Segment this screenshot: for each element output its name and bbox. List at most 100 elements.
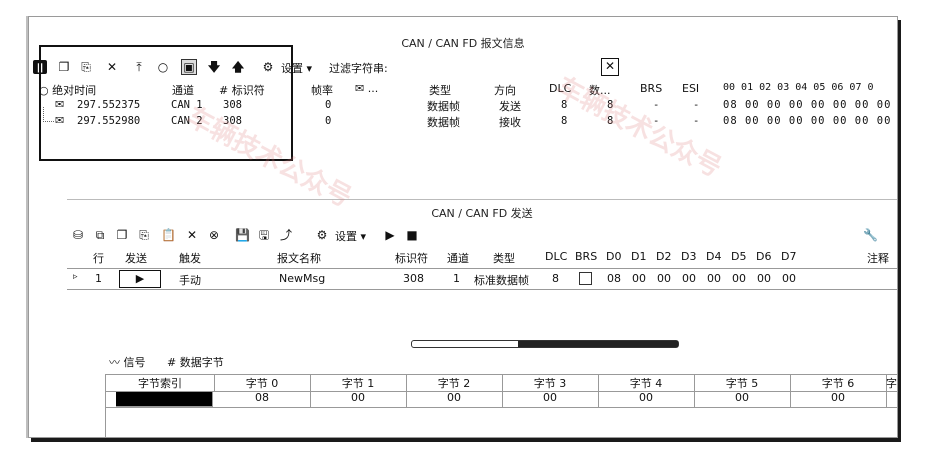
- rx-brs: -: [653, 99, 660, 111]
- row-expand-icon[interactable]: ▹: [73, 272, 78, 282]
- byte-index-header: 字节索引: [106, 375, 215, 392]
- byte-header: 字节 0: [214, 375, 311, 392]
- tx-dlc[interactable]: 8: [552, 272, 559, 285]
- tx-d2[interactable]: 00: [657, 272, 671, 285]
- tx-col-d3[interactable]: D3: [681, 250, 696, 263]
- tx-d3[interactable]: 00: [682, 272, 696, 285]
- rx-type: 数据帧: [427, 100, 460, 113]
- byte-header: 字: [886, 375, 897, 392]
- brs-checkbox[interactable]: [579, 272, 592, 285]
- clipboard-icon[interactable]: 📋: [161, 228, 176, 242]
- tx-window-title: CAN / CAN FD 发送: [431, 207, 533, 220]
- tx-col-brs[interactable]: BRS: [575, 250, 597, 263]
- copy-icon[interactable]: ❐: [115, 228, 129, 242]
- rx-brs: -: [653, 115, 660, 127]
- save-as-icon[interactable]: 🖫: [257, 228, 271, 242]
- byte-value[interactable]: 00: [310, 391, 407, 408]
- screenshot-frame: CAN / CAN FD 报文信息 ▮ ❐ ⎘ ✕ ⤒ ○ ▣ 🡇 🡅 ⚙ 设置…: [28, 16, 898, 438]
- byte-value[interactable]: 08: [214, 391, 311, 408]
- tab-data-bytes[interactable]: # 数据字节: [167, 354, 224, 370]
- rx-col-esi[interactable]: ESI: [682, 82, 699, 95]
- tx-message-name[interactable]: NewMsg: [279, 272, 325, 285]
- delete-icon[interactable]: ✕: [185, 228, 199, 242]
- tx-d7[interactable]: 00: [782, 272, 796, 285]
- tx-col-line[interactable]: 行: [93, 250, 104, 266]
- rx-col-dir[interactable]: 方向: [494, 82, 516, 98]
- tx-col-dlc[interactable]: DLC: [545, 250, 567, 263]
- tx-trigger[interactable]: 手动: [179, 272, 201, 288]
- filter-close-icon[interactable]: ✕: [601, 58, 619, 76]
- tx-col-channel[interactable]: 通道: [447, 250, 469, 266]
- rx-type: 数据帧: [427, 116, 460, 129]
- rx-dlc: 8: [561, 99, 568, 111]
- tx-id[interactable]: 308: [403, 272, 424, 285]
- tx-col-name[interactable]: 报文名称: [277, 250, 321, 266]
- byte-header: 字节 5: [694, 375, 791, 392]
- rx-data: 08 00 00 00 00 00 00 00: [723, 115, 892, 127]
- splitter-handle[interactable]: [411, 340, 679, 348]
- byte-value[interactable]: 00: [598, 391, 695, 408]
- send-button[interactable]: ▶: [119, 270, 161, 288]
- tx-col-d5[interactable]: D5: [731, 250, 746, 263]
- paste-icon[interactable]: ⎘: [137, 228, 151, 242]
- tx-d1[interactable]: 00: [632, 272, 646, 285]
- tx-panel: CAN / CAN FD 发送 ⛁ ⧉ ❐ ⎘ 📋 ✕ ⊗ 💾 🖫 ⤴ ⚙ 设置…: [67, 199, 897, 437]
- byte-header: 字节 4: [598, 375, 695, 392]
- export-icon[interactable]: ⤴: [279, 228, 293, 242]
- tx-d6[interactable]: 00: [757, 272, 771, 285]
- tx-col-trigger[interactable]: 触发: [179, 250, 201, 266]
- tab-signals[interactable]: 〰 信号: [109, 354, 146, 370]
- rx-col-type[interactable]: 类型: [429, 82, 451, 98]
- add-message-icon[interactable]: ⛁: [71, 228, 85, 242]
- byte-grid: 字节索引 字节 0 字节 1 字节 2 字节 3 字节 4 字节 5 字节 6 …: [105, 374, 897, 437]
- tx-channel[interactable]: 1: [453, 272, 460, 285]
- tx-col-id[interactable]: 标识符: [395, 250, 428, 266]
- wrench-icon[interactable]: 🔧: [863, 228, 878, 242]
- tx-settings-button[interactable]: 设置 ▾: [335, 228, 366, 244]
- splitter-thumb: [518, 341, 678, 347]
- rx-len: 8: [607, 115, 614, 127]
- tx-d0[interactable]: 08: [607, 272, 621, 285]
- rx-col-dlc[interactable]: DLC: [549, 82, 571, 95]
- tx-line: 1: [95, 272, 102, 285]
- rx-col-len[interactable]: 数...: [589, 82, 611, 98]
- tx-d5[interactable]: 00: [732, 272, 746, 285]
- tx-col-type[interactable]: 类型: [493, 250, 515, 266]
- byte-header: 字节 6: [790, 375, 887, 392]
- highlight-box: [39, 45, 293, 161]
- byte-value[interactable]: 00: [790, 391, 887, 408]
- tx-col-comment[interactable]: 注释: [867, 250, 889, 266]
- tx-col-d1[interactable]: D1: [631, 250, 646, 263]
- tx-col-send[interactable]: 发送: [125, 250, 147, 266]
- tx-col-d2[interactable]: D2: [656, 250, 671, 263]
- play-icon[interactable]: ▶: [383, 228, 397, 242]
- tx-d4[interactable]: 00: [707, 272, 721, 285]
- rx-col-data[interactable]: 00 01 02 03 04 05 06 07 0: [723, 82, 874, 93]
- duplicate-icon[interactable]: ⧉: [93, 228, 107, 242]
- tx-col-d7[interactable]: D7: [781, 250, 796, 263]
- rx-rate: 0: [325, 99, 332, 111]
- table-row[interactable]: ▹ 1 ▶ 手动 NewMsg 308 1 标准数据帧 8 08 00 00 0…: [67, 268, 897, 290]
- rx-col-msg[interactable]: ✉ ...: [355, 82, 378, 95]
- byte-header: 字节 1: [310, 375, 407, 392]
- byte-value[interactable]: 00: [406, 391, 503, 408]
- byte-value[interactable]: 00: [502, 391, 599, 408]
- byte-index-cell[interactable]: [116, 392, 213, 407]
- tx-col-d4[interactable]: D4: [706, 250, 721, 263]
- gear-icon: ⚙: [316, 228, 328, 242]
- rx-dlc: 8: [561, 115, 568, 127]
- rx-col-rate[interactable]: 帧率: [311, 82, 333, 98]
- rx-col-brs[interactable]: BRS: [640, 82, 662, 95]
- byte-header-row: 字节索引 字节 0 字节 1 字节 2 字节 3 字节 4 字节 5 字节 6 …: [106, 375, 897, 408]
- tx-table-header: 行 发送 触发 报文名称 标识符 通道 类型 DLC BRS D0 D1 D2 …: [67, 250, 897, 266]
- rx-rate: 0: [325, 115, 332, 127]
- clear-icon[interactable]: ⊗: [207, 228, 221, 242]
- tx-detail-tabs: 〰 信号 # 数据字节: [67, 350, 897, 370]
- byte-value[interactable]: 00: [694, 391, 791, 408]
- save-icon[interactable]: 💾: [235, 228, 250, 242]
- byte-header: 字节 2: [406, 375, 503, 392]
- tx-type[interactable]: 标准数据帧: [474, 272, 529, 288]
- tx-col-d0[interactable]: D0: [606, 250, 621, 263]
- tx-col-d6[interactable]: D6: [756, 250, 771, 263]
- stop-icon[interactable]: ■: [405, 228, 419, 242]
